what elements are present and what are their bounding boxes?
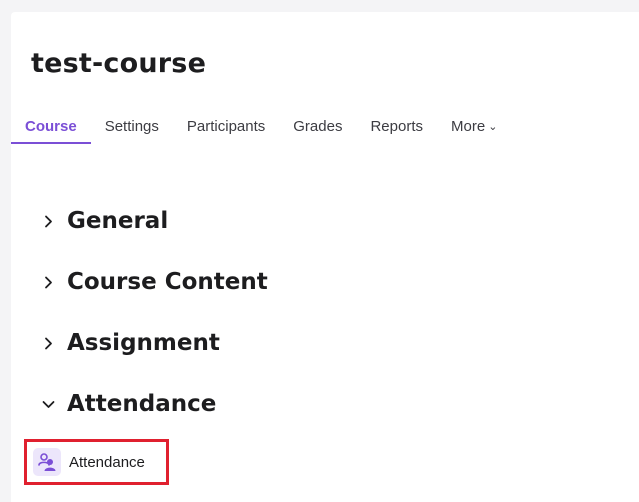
activity-attendance-label[interactable]: Attendance [69,454,145,471]
section-assignment-label: Assignment [67,330,220,356]
attendance-icon [33,448,61,476]
tab-more-label: More [451,118,486,135]
tab-participants-label: Participants [186,118,266,135]
chevron-down-icon[interactable] [41,397,55,411]
section-assignment[interactable]: Assignment [41,330,220,356]
tab-reports[interactable]: Reports [356,112,437,144]
section-attendance[interactable]: Attendance [41,391,216,417]
tab-grades-label: Grades [293,118,343,135]
chevron-down-icon: ⌄ [488,121,498,133]
tab-grades[interactable]: Grades [279,112,356,144]
section-general[interactable]: General [41,208,168,234]
section-general-label: General [67,208,169,234]
tab-course[interactable]: Course [11,112,91,144]
tab-settings-label: Settings [104,118,159,135]
tab-settings[interactable]: Settings [91,112,173,144]
course-tab-nav: Course Settings Participants Grades Repo… [11,112,511,144]
section-course-content-label: Course Content [67,269,268,295]
chevron-right-icon[interactable] [41,336,55,350]
activity-attendance[interactable]: Attendance [24,439,169,485]
course-card: test-course Course Settings Participants… [11,12,639,502]
tab-course-label: Course [25,118,77,135]
tab-more[interactable]: More ⌄ [437,112,511,144]
chevron-right-icon[interactable] [41,214,55,228]
tab-reports-label: Reports [370,118,423,135]
section-course-content[interactable]: Course Content [41,269,268,295]
page-title: test-course [31,48,207,79]
section-attendance-label: Attendance [67,391,217,417]
chevron-right-icon[interactable] [41,275,55,289]
tab-participants[interactable]: Participants [173,112,279,144]
